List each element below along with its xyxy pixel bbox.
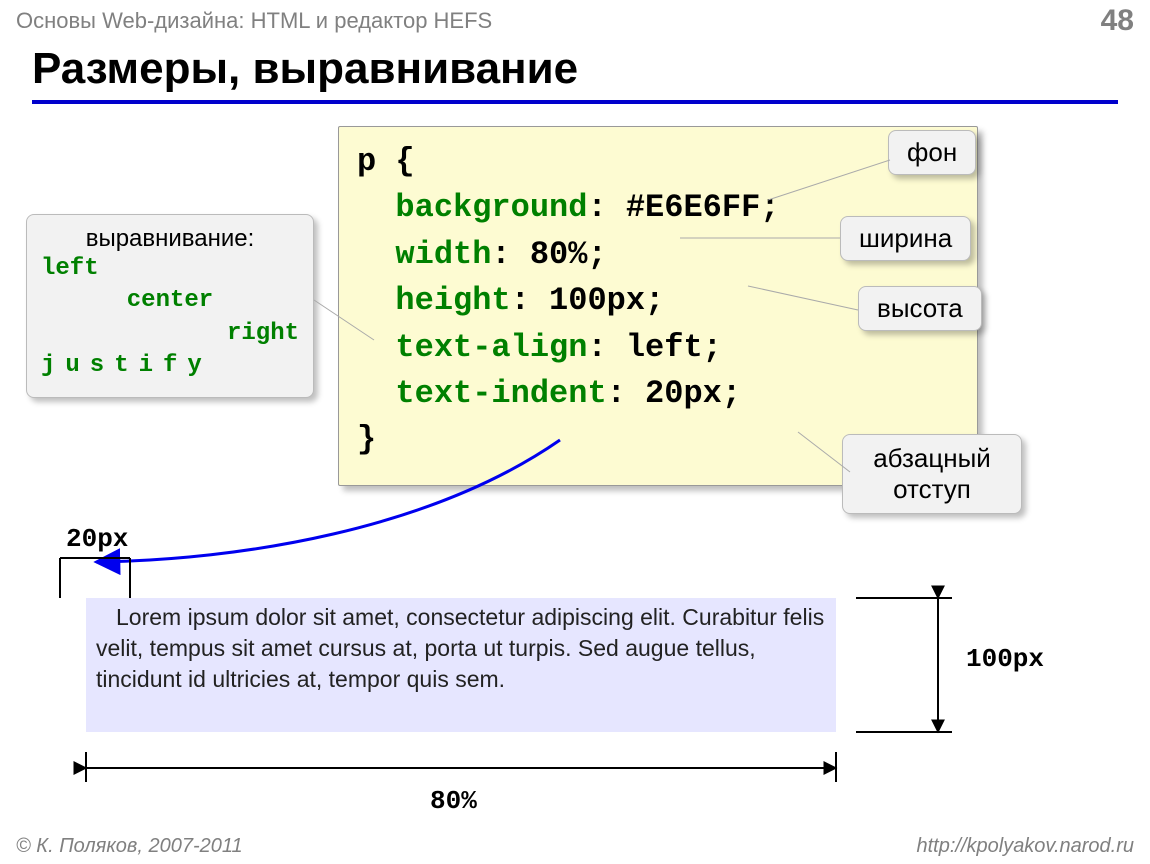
callout-width: ширина: [840, 216, 971, 261]
callout-height: высота: [858, 286, 982, 331]
code-line: }: [357, 421, 376, 458]
code-line: text-align: left;: [357, 329, 722, 366]
breadcrumb: Основы Web-дизайна: HTML и редактор HEFS: [16, 8, 492, 34]
slide-title: Размеры, выравнивание: [32, 44, 1118, 104]
align-left-label: left: [41, 253, 299, 285]
footer-url: http://kpolyakov.narod.ru: [916, 835, 1134, 858]
example-paragraph: Lorem ipsum dolor sit amet, consectetur …: [86, 598, 836, 732]
align-center-label: center: [41, 285, 299, 317]
code-line: p {: [357, 143, 415, 180]
slide-header: Основы Web-дизайна: HTML и редактор HEFS…: [16, 4, 1134, 38]
callout-indent: абзацный отступ: [842, 434, 1022, 514]
copyright: © К. Поляков, 2007-2011: [16, 835, 243, 858]
code-line: background: #E6E6FF;: [357, 189, 779, 226]
page-number: 48: [1101, 4, 1134, 38]
dim-indent: 20px: [66, 524, 128, 554]
align-right-label: right: [41, 318, 299, 350]
code-line: height: 100px;: [357, 282, 664, 319]
alignment-tooltip: выравнивание: left center right justify: [26, 214, 314, 398]
callout-background: фон: [888, 130, 976, 175]
slide-footer: © К. Поляков, 2007-2011 http://kpolyakov…: [16, 835, 1134, 858]
code-line: text-indent: 20px;: [357, 375, 741, 412]
dim-height: 100px: [966, 644, 1044, 674]
align-justify-label: justify: [41, 350, 299, 382]
dim-width: 80%: [430, 786, 477, 816]
alignment-tooltip-head: выравнивание:: [41, 225, 299, 253]
code-line: width: 80%;: [357, 236, 607, 273]
